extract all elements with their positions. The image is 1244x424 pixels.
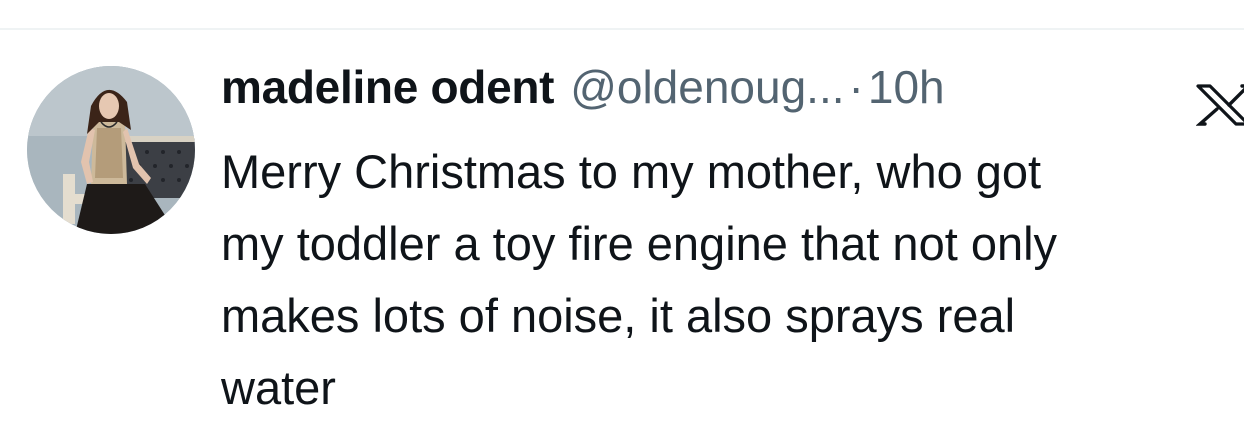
avatar[interactable]: [27, 66, 195, 234]
avatar-image: [27, 66, 195, 234]
display-name[interactable]: madeline odent: [221, 60, 554, 114]
user-handle[interactable]: @oldenoug...: [570, 60, 844, 114]
tweet-text: Merry Christmas to my mother, who got my…: [221, 145, 1058, 414]
timestamp[interactable]: 10h: [868, 60, 945, 114]
tweet-header: madeline odent @oldenoug... · 10h: [221, 60, 945, 120]
x-logo-icon[interactable]: [1196, 84, 1244, 126]
tweet-card[interactable]: madeline odent @oldenoug... · 10h Merry …: [0, 30, 1244, 424]
separator-dot: ·: [848, 61, 864, 113]
